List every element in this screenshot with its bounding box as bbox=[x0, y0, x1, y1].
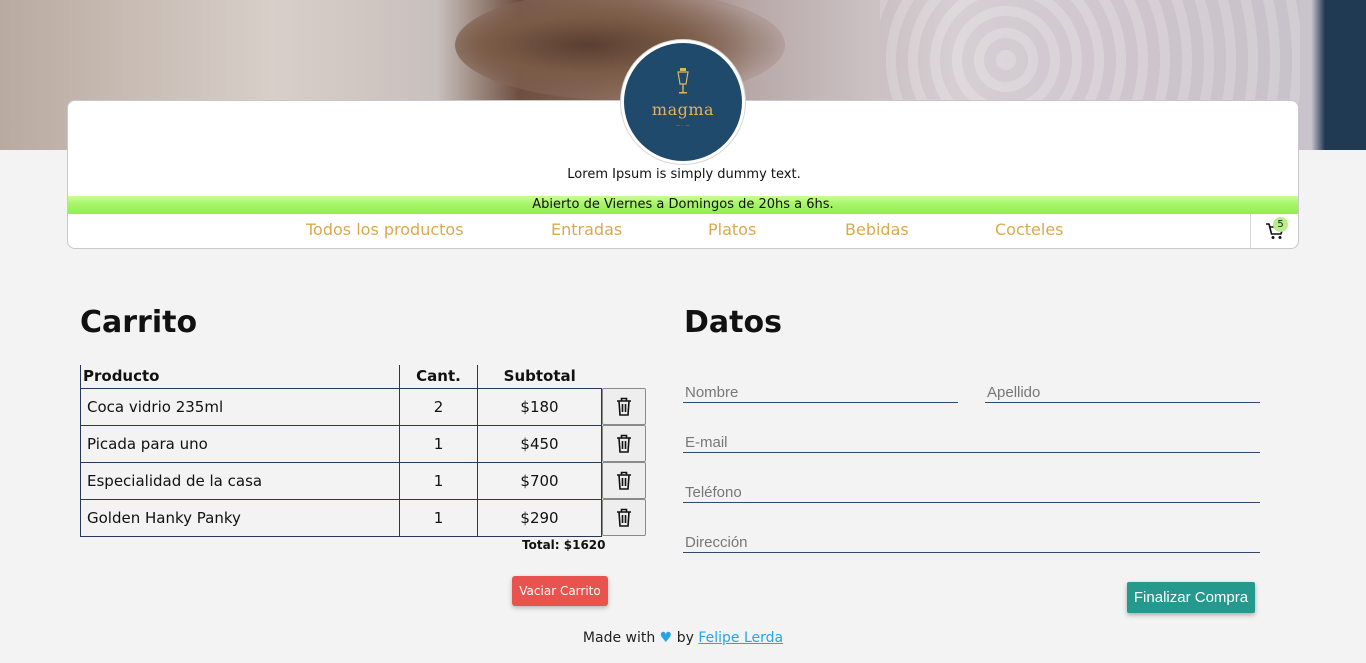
trash-icon bbox=[617, 508, 631, 527]
footer: Made with ♥ by Felipe Lerda bbox=[0, 630, 1366, 646]
cart-table: Producto Cant. Subtotal Coca vidrio 235m… bbox=[80, 365, 647, 537]
email-input[interactable] bbox=[683, 431, 1260, 453]
row-subtotal: $450 bbox=[477, 424, 602, 463]
cocktail-glass-icon bbox=[677, 68, 689, 94]
phone-input[interactable] bbox=[683, 481, 1260, 503]
cart-button[interactable]: 5 bbox=[1250, 214, 1298, 248]
address-field bbox=[683, 531, 1260, 553]
delete-item-button[interactable] bbox=[602, 499, 646, 536]
email-field bbox=[683, 431, 1260, 453]
brand-sub: — · — bbox=[675, 123, 691, 128]
table-row: Especialidad de la casa 1 $700 bbox=[80, 461, 647, 500]
cart-count-badge: 5 bbox=[1273, 217, 1288, 232]
row-subtotal: $290 bbox=[477, 498, 602, 537]
address-input[interactable] bbox=[683, 531, 1260, 553]
empty-cart-button[interactable]: Vaciar Carrito bbox=[512, 576, 608, 606]
nav-item-entradas[interactable]: Entradas bbox=[551, 220, 622, 239]
delete-item-button[interactable] bbox=[602, 462, 646, 499]
row-product: Golden Hanky Panky bbox=[80, 498, 400, 537]
surname-input[interactable] bbox=[985, 381, 1260, 403]
table-row: Golden Hanky Panky 1 $290 bbox=[80, 498, 647, 537]
footer-by: by bbox=[676, 630, 694, 646]
row-qty: 1 bbox=[399, 424, 478, 463]
tagline: Lorem Ipsum is simply dummy text. bbox=[567, 167, 801, 182]
category-nav: Todos los productos Entradas Platos Bebi… bbox=[68, 214, 1298, 248]
row-qty: 1 bbox=[399, 461, 478, 500]
cart-title: Carrito bbox=[80, 305, 198, 340]
row-qty: 2 bbox=[399, 387, 478, 426]
nav-item-todos[interactable]: Todos los productos bbox=[306, 220, 464, 239]
header-subtotal: Subtotal bbox=[477, 365, 602, 388]
nav-item-cocteles[interactable]: Cocteles bbox=[995, 220, 1064, 239]
row-qty: 1 bbox=[399, 498, 478, 537]
delete-item-button[interactable] bbox=[602, 388, 646, 425]
table-row: Coca vidrio 235ml 2 $180 bbox=[80, 387, 647, 426]
phone-field bbox=[683, 481, 1260, 503]
row-product: Especialidad de la casa bbox=[80, 461, 400, 500]
nav-item-platos[interactable]: Platos bbox=[708, 220, 756, 239]
nav-item-bebidas[interactable]: Bebidas bbox=[845, 220, 909, 239]
footer-made-with: Made with bbox=[582, 630, 656, 646]
cart-total: Total: $1620 bbox=[522, 538, 606, 552]
header-qty: Cant. bbox=[399, 365, 478, 388]
trash-icon bbox=[617, 471, 631, 490]
heart-icon: ♥ bbox=[659, 630, 673, 646]
surname-field bbox=[985, 381, 1260, 403]
author-link[interactable]: Felipe Lerda bbox=[698, 630, 783, 646]
name-field bbox=[683, 381, 958, 403]
brand-name: magma bbox=[651, 100, 715, 119]
row-subtotal: $180 bbox=[477, 387, 602, 426]
form-title: Datos bbox=[684, 305, 782, 340]
cart-table-header: Producto Cant. Subtotal bbox=[80, 365, 647, 388]
table-row: Picada para uno 1 $450 bbox=[80, 424, 647, 463]
finish-purchase-button[interactable]: Finalizar Compra bbox=[1127, 582, 1255, 613]
brand-logo[interactable]: magma — · — bbox=[621, 40, 745, 164]
row-product: Coca vidrio 235ml bbox=[80, 387, 400, 426]
opening-hours-bar: Abierto de Viernes a Domingos de 20hs a … bbox=[68, 196, 1298, 214]
header-product: Producto bbox=[80, 365, 400, 388]
name-input[interactable] bbox=[683, 381, 958, 403]
row-subtotal: $700 bbox=[477, 461, 602, 500]
trash-icon bbox=[617, 397, 631, 416]
row-product: Picada para uno bbox=[80, 424, 400, 463]
delete-item-button[interactable] bbox=[602, 425, 646, 462]
trash-icon bbox=[617, 434, 631, 453]
